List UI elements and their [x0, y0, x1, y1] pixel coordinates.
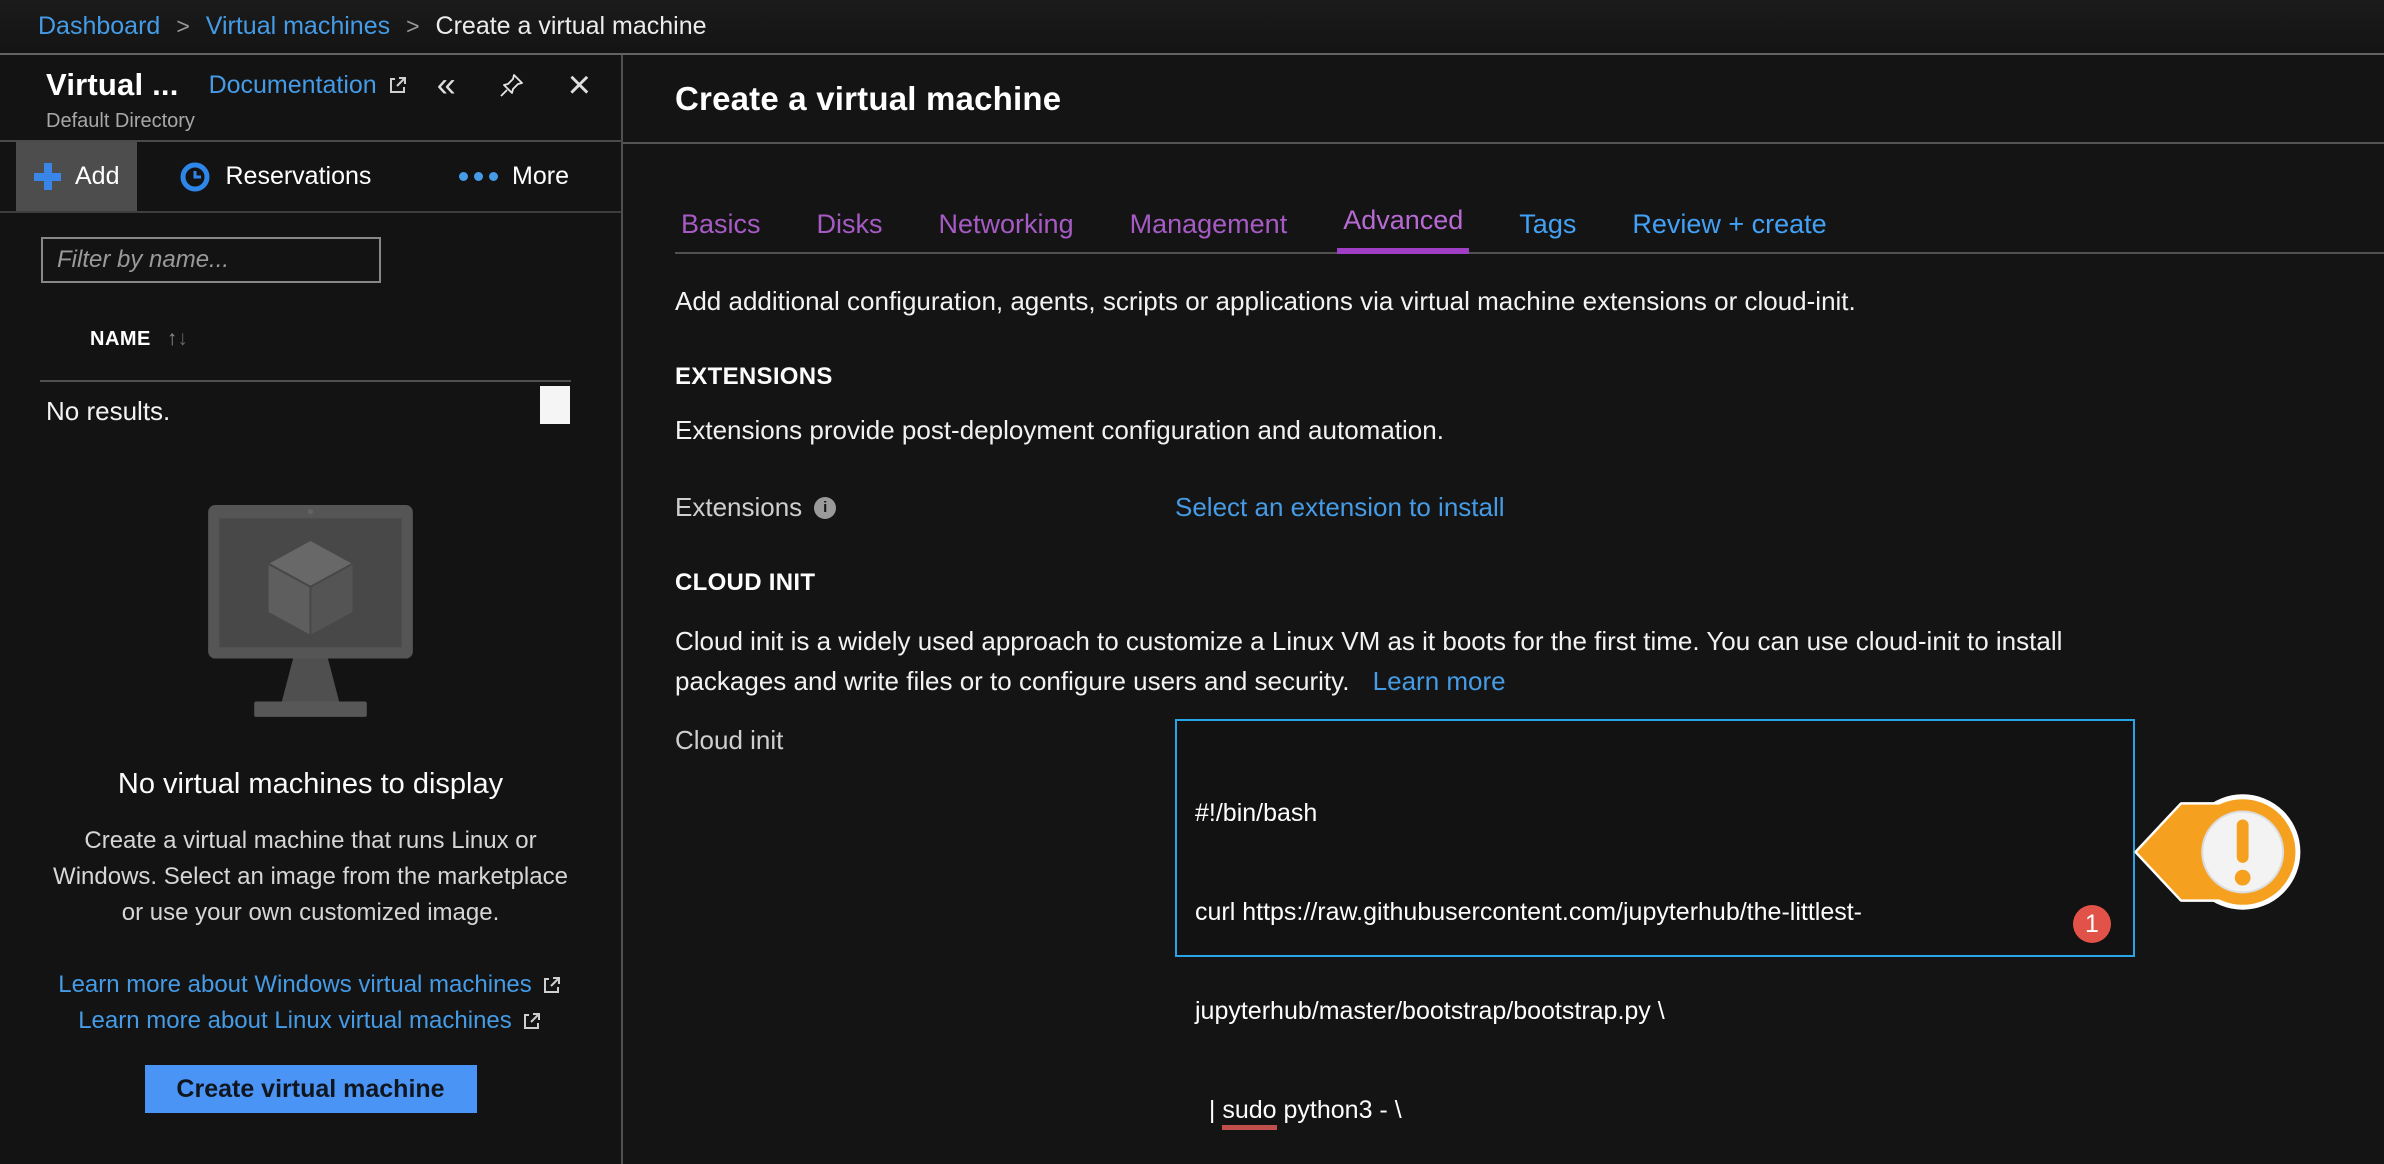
reservations-button[interactable]: Reservations — [161, 142, 389, 211]
extensions-field-label: Extensions i — [675, 486, 1175, 523]
virtual-machines-panel: Virtual ... Documentation « — [0, 55, 623, 1164]
external-link-icon — [521, 1010, 543, 1032]
clock-icon — [179, 161, 211, 193]
directory-label: Default Directory — [46, 110, 597, 133]
cloud-init-field-row: Cloud init #!/bin/bash curl https://raw.… — [675, 719, 2384, 957]
external-link-icon — [541, 974, 563, 996]
cloud-init-field-label: Cloud init — [675, 719, 1175, 756]
empty-state-title: No virtual machines to display — [0, 768, 621, 801]
documentation-link-label: Documentation — [209, 71, 377, 100]
misspelled-word: sudo — [1222, 1096, 1276, 1130]
create-vm-blade: Create a virtual machine Basics Disks Ne… — [623, 55, 2384, 1164]
reservations-button-label: Reservations — [225, 162, 371, 191]
tab-networking[interactable]: Networking — [933, 208, 1080, 252]
vm-monitor-icon — [208, 505, 413, 722]
scrollbar-thumb[interactable] — [540, 386, 570, 424]
breadcrumb-separator: > — [406, 13, 419, 40]
cloud-init-script: #!/bin/bash curl https://raw.githubuserc… — [1195, 731, 2115, 1164]
close-panel-icon[interactable]: × — [568, 65, 591, 105]
filter-row — [41, 237, 621, 283]
breadcrumb-current-page: Create a virtual machine — [436, 12, 707, 41]
tab-review-create[interactable]: Review + create — [1626, 208, 1832, 252]
tab-management[interactable]: Management — [1124, 208, 1294, 252]
empty-state-description: Create a virtual machine that runs Linux… — [46, 823, 576, 931]
cloud-init-section-heading: CLOUD INIT — [675, 569, 2384, 597]
create-virtual-machine-button[interactable]: Create virtual machine — [145, 1065, 477, 1113]
filter-input[interactable] — [41, 237, 381, 283]
select-extension-link[interactable]: Select an extension to install — [1175, 486, 1505, 523]
no-results-text: No results. — [46, 396, 621, 427]
pushpin-glyph — [498, 71, 526, 99]
tab-advanced[interactable]: Advanced — [1337, 204, 1469, 254]
extensions-section-description: Extensions provide post-deployment confi… — [675, 415, 2384, 446]
annotation-step-badge: 1 — [2073, 905, 2111, 943]
list-divider — [40, 380, 571, 382]
empty-state: No virtual machines to display Create a … — [0, 505, 621, 1113]
cloud-init-section-description: Cloud init is a widely used approach to … — [675, 621, 2175, 701]
name-column-label: NAME — [90, 328, 151, 351]
more-button-label: More — [512, 162, 569, 191]
cloud-init-textarea[interactable]: #!/bin/bash curl https://raw.githubuserc… — [1175, 719, 2135, 957]
tab-tags[interactable]: Tags — [1513, 208, 1582, 252]
extensions-field-row: Extensions i Select an extension to inst… — [675, 486, 2384, 523]
panel-title: Virtual ... — [46, 67, 179, 103]
blade-header: Create a virtual machine — [623, 55, 2384, 144]
tab-disks[interactable]: Disks — [811, 208, 889, 252]
collapse-panel-icon[interactable]: « — [437, 68, 456, 102]
more-button[interactable]: More — [441, 142, 587, 211]
sort-icon: ↑↓ — [167, 327, 188, 351]
breadcrumb: Dashboard > Virtual machines > Create a … — [0, 0, 2384, 55]
wizard-tabs: Basics Disks Networking Management Advan… — [675, 204, 2384, 254]
learn-linux-vm-link[interactable]: Learn more about Linux virtual machines — [78, 1003, 543, 1039]
add-button[interactable]: Add — [16, 142, 137, 211]
panel-toolbar: Add Reservations More — [0, 142, 621, 213]
breadcrumb-separator: > — [176, 13, 189, 40]
advanced-tab-intro: Add additional configuration, agents, sc… — [675, 286, 2384, 317]
learn-windows-vm-label: Learn more about Windows virtual machine… — [58, 967, 532, 1003]
pin-icon[interactable] — [498, 71, 526, 99]
tab-basics[interactable]: Basics — [675, 208, 767, 252]
azure-portal-screen: Dashboard > Virtual machines > Create a … — [0, 0, 2384, 1164]
learn-more-link[interactable]: Learn more — [1373, 666, 1506, 696]
breadcrumb-dashboard[interactable]: Dashboard — [38, 12, 160, 41]
learn-windows-vm-link[interactable]: Learn more about Windows virtual machine… — [58, 967, 563, 1003]
ellipsis-icon — [459, 172, 498, 181]
name-column-header[interactable]: NAME ↑↓ — [90, 327, 621, 351]
external-link-icon — [387, 74, 409, 96]
learn-linux-vm-label: Learn more about Linux virtual machines — [78, 1003, 512, 1039]
panel-header: Virtual ... Documentation « — [0, 55, 621, 142]
add-button-label: Add — [75, 162, 119, 191]
warning-callout-icon — [2134, 778, 2302, 926]
plus-icon — [34, 163, 61, 190]
info-icon[interactable]: i — [814, 497, 836, 519]
documentation-link[interactable]: Documentation — [209, 71, 409, 100]
page-title: Create a virtual machine — [623, 55, 2384, 142]
breadcrumb-virtual-machines[interactable]: Virtual machines — [206, 12, 390, 41]
extensions-section-heading: EXTENSIONS — [675, 363, 2384, 391]
